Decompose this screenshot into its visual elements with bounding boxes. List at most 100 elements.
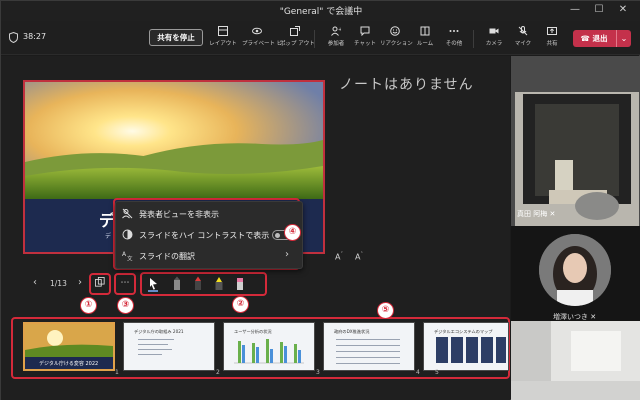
- rooms-button[interactable]: ルーム: [410, 26, 440, 52]
- popout-label: ポップ アウト: [280, 41, 315, 47]
- participants-panel: 真田 阿梅 ✕ 増澤いつき ✕: [511, 56, 640, 400]
- thumbnail-text-line: [138, 344, 168, 345]
- thumbnail-text-line: [138, 349, 172, 350]
- next-slide-button[interactable]: ›: [78, 277, 82, 288]
- slide-thumbnail[interactable]: デジタルエコシステムのマップ: [423, 322, 509, 371]
- thumbnail-title: デジタル庁ける変容 2022: [39, 360, 98, 367]
- more-options-button[interactable]: ⋯: [118, 276, 132, 290]
- menu-item-hide-presenter-view[interactable]: 発表者ビューを非表示: [122, 204, 298, 224]
- slide-thumbnail[interactable]: ユーザー分析の状況: [223, 322, 315, 371]
- popout-button[interactable]: ポップ アウト: [280, 26, 315, 52]
- chat-button[interactable]: チャット: [350, 26, 380, 52]
- thumbnail-table-line: [336, 357, 400, 358]
- thumbnail-diagram: [436, 337, 506, 363]
- toolbar-divider: [473, 30, 474, 48]
- pen-tool[interactable]: [171, 276, 183, 292]
- svg-text:+: +: [338, 27, 341, 33]
- video-feed: [511, 56, 640, 226]
- slide-subtitle: デ: [105, 233, 112, 240]
- reactions-button[interactable]: リアクション: [380, 26, 413, 52]
- thumbnail-table-line: [336, 363, 400, 364]
- contrast-icon: [122, 229, 133, 240]
- room-icon: [420, 26, 430, 36]
- share-icon: [547, 27, 557, 35]
- leave-label[interactable]: ☎ 退出: [573, 30, 615, 47]
- laser-pointer-tool[interactable]: [147, 276, 159, 292]
- menu-label-translate: スライドの翻訳: [139, 252, 195, 261]
- more-options-menu: 発表者ビューを非表示 スライドをハイ コントラストで表示 A文 スライドの翻訳 …: [115, 201, 303, 269]
- chevron-down-icon[interactable]: ⌄: [616, 30, 631, 47]
- participants-button[interactable]: + 参加者: [321, 26, 351, 52]
- thumbnail-text-line: [138, 339, 174, 340]
- highlighter-icon: [215, 277, 223, 290]
- mic-button[interactable]: マイク: [508, 26, 538, 52]
- shield-icon: [9, 32, 18, 43]
- pointer-icon: [148, 278, 158, 292]
- private-view-button[interactable]: プライベート ビ...: [242, 26, 288, 52]
- red-pen-tool[interactable]: [192, 276, 204, 292]
- stop-sharing-button[interactable]: 共有を停止: [149, 29, 203, 46]
- callout-badge-1: ①: [80, 297, 97, 314]
- mic-label: マイク: [514, 41, 532, 47]
- minimize-icon[interactable]: —: [567, 3, 583, 17]
- eraser-tool[interactable]: [234, 276, 246, 292]
- previous-slide-button[interactable]: ‹: [33, 277, 37, 288]
- people-icon: +: [331, 26, 341, 36]
- font-decrease-button[interactable]: Aˇ: [335, 252, 343, 262]
- camera-icon: [489, 28, 499, 34]
- menu-label-high-contrast: スライドをハイ コントラストで表示: [139, 231, 270, 240]
- chat-icon: [360, 26, 370, 36]
- more-button[interactable]: その他: [439, 26, 469, 52]
- slide-photo: [25, 82, 323, 199]
- share-label: 共有: [546, 41, 558, 47]
- thumbnail-number: 1: [115, 369, 119, 376]
- more-label: その他: [445, 41, 463, 47]
- thumbnail-text-line: [138, 354, 162, 355]
- slide-counter: 1/13: [50, 279, 67, 288]
- participant-avatar[interactable]: [539, 234, 611, 306]
- font-increase-button[interactable]: Aˆ: [355, 252, 363, 262]
- menu-item-high-contrast[interactable]: スライドをハイ コントラストで表示: [122, 225, 298, 245]
- slide-thumbnail-strip: デジタル庁ける変容 2022 1 デジタル庁の取組み 2021 2 ユーザー分析…: [11, 316, 510, 378]
- leave-text: 退出: [592, 34, 608, 43]
- pen-icon: [174, 276, 180, 290]
- thumbnail-title: 政府のDX推進状況: [334, 329, 370, 334]
- translate-icon: A文: [122, 251, 133, 261]
- slide-thumbnail[interactable]: 政府のDX推進状況: [323, 322, 415, 371]
- slide-thumbnail[interactable]: デジタル庁の取組み 2021: [123, 322, 215, 371]
- private-view-label: プライベート ビ...: [242, 41, 288, 47]
- title-bar: "General" で会議中 — ☐ ✕: [1, 1, 640, 21]
- eye-icon: [252, 27, 262, 35]
- toggle-knob: [275, 233, 280, 238]
- reactions-label: リアクション: [380, 41, 413, 47]
- participant-video[interactable]: 真田 阿梅 ✕: [511, 56, 640, 226]
- menu-item-translate-slides[interactable]: A文 スライドの翻訳 ›: [122, 246, 298, 266]
- highlighter-tool[interactable]: [213, 276, 225, 292]
- maximize-icon[interactable]: ☐: [591, 3, 607, 17]
- presenter-view-toggle-button[interactable]: [93, 277, 107, 291]
- popout-icon: [290, 26, 300, 36]
- thumbnail-table-line: [336, 351, 400, 352]
- phone-hangup-icon: ☎: [580, 34, 593, 43]
- slide-thumbnail[interactable]: デジタル庁ける変容 2022: [23, 322, 115, 371]
- chat-label: チャット: [354, 41, 376, 47]
- layout-button[interactable]: レイアウト: [208, 26, 238, 52]
- camera-label: カメラ: [485, 41, 503, 47]
- speaker-notes: ノートはありません: [339, 77, 474, 93]
- share-button[interactable]: 共有: [537, 26, 567, 52]
- mic-off-icon: ✕: [590, 313, 597, 321]
- rooms-label: ルーム: [416, 41, 434, 47]
- presenter-stage: デジ デ ノートはありません Aˇ Aˆ ‹ 1/13 › ⋯: [1, 56, 510, 400]
- participant-name: 真田 阿梅 ✕: [517, 210, 556, 218]
- slides-view-icon: [95, 277, 105, 287]
- close-icon[interactable]: ✕: [615, 3, 631, 17]
- presenter-view-icon: [122, 208, 133, 219]
- leave-button[interactable]: ☎ 退出 ⌄: [573, 30, 631, 47]
- self-video[interactable]: [511, 321, 640, 400]
- self-video-feed: [511, 321, 640, 400]
- camera-button[interactable]: カメラ: [479, 26, 509, 52]
- callout-badge-3: ③: [117, 297, 134, 314]
- thumbnail-title: デジタル庁の取組み 2021: [134, 329, 184, 334]
- callout-badge-5: ⑤: [377, 302, 394, 319]
- thumbnail-number: 2: [216, 369, 220, 376]
